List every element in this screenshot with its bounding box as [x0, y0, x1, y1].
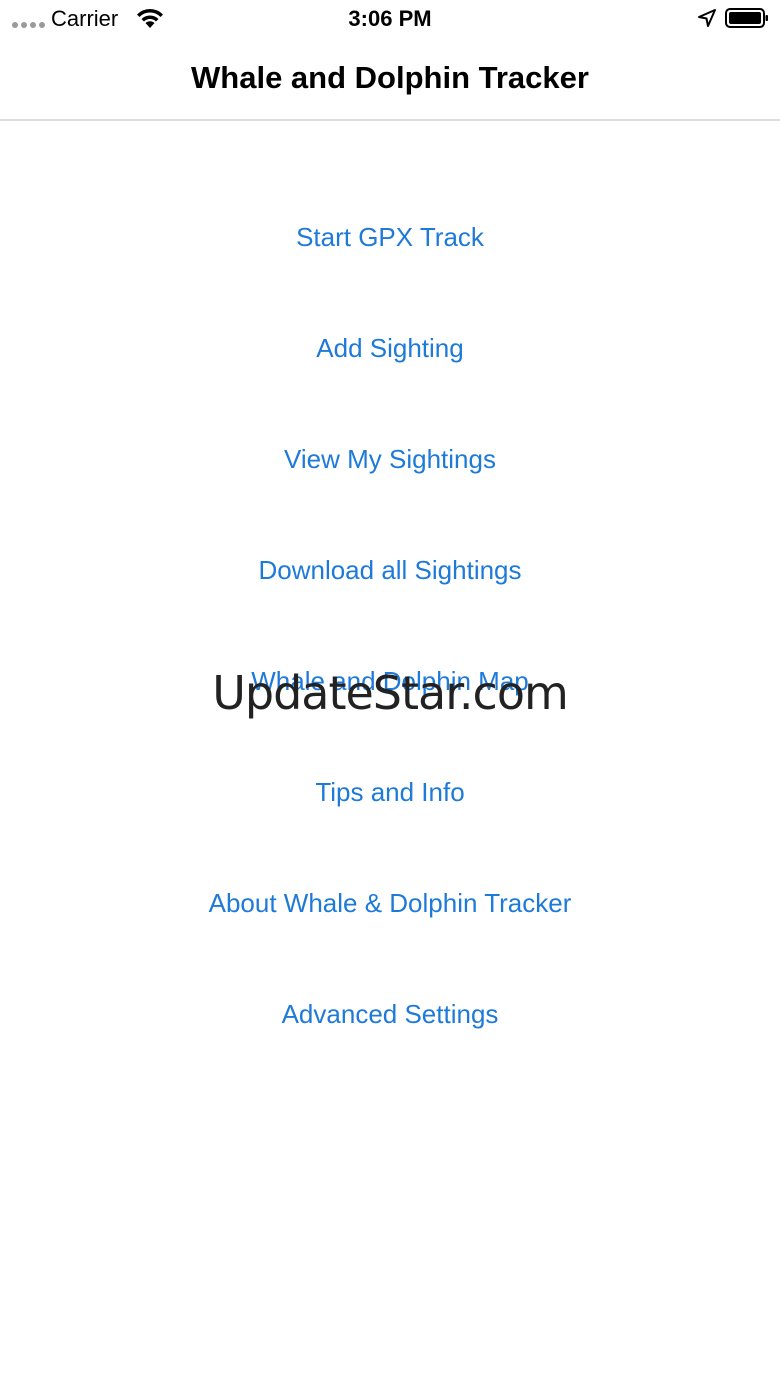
app-screen: Carrier 3:06 PM Whale and Dolphin Tracke…	[0, 0, 780, 1387]
download-all-sightings-button[interactable]: Download all Sightings	[0, 515, 780, 626]
advanced-settings-button[interactable]: Advanced Settings	[0, 959, 780, 1070]
page-title: Whale and Dolphin Tracker	[191, 60, 589, 95]
start-gpx-track-button[interactable]: Start GPX Track	[0, 182, 780, 293]
clock: 3:06 PM	[348, 6, 432, 31]
location-arrow-icon	[698, 9, 716, 27]
add-sighting-button[interactable]: Add Sighting	[0, 293, 780, 404]
about-app-button[interactable]: About Whale & Dolphin Tracker	[0, 848, 780, 959]
watermark: UpdateStar.com	[212, 666, 569, 720]
battery-icon	[725, 8, 768, 28]
view-my-sightings-button[interactable]: View My Sightings	[0, 404, 780, 515]
tips-and-info-button[interactable]: Tips and Info	[0, 737, 780, 848]
main-menu: Start GPX Track Add Sighting View My Sig…	[0, 182, 780, 1070]
navigation-bar: Whale and Dolphin Tracker	[0, 40, 780, 121]
status-bar: Carrier 3:06 PM	[0, 0, 780, 40]
